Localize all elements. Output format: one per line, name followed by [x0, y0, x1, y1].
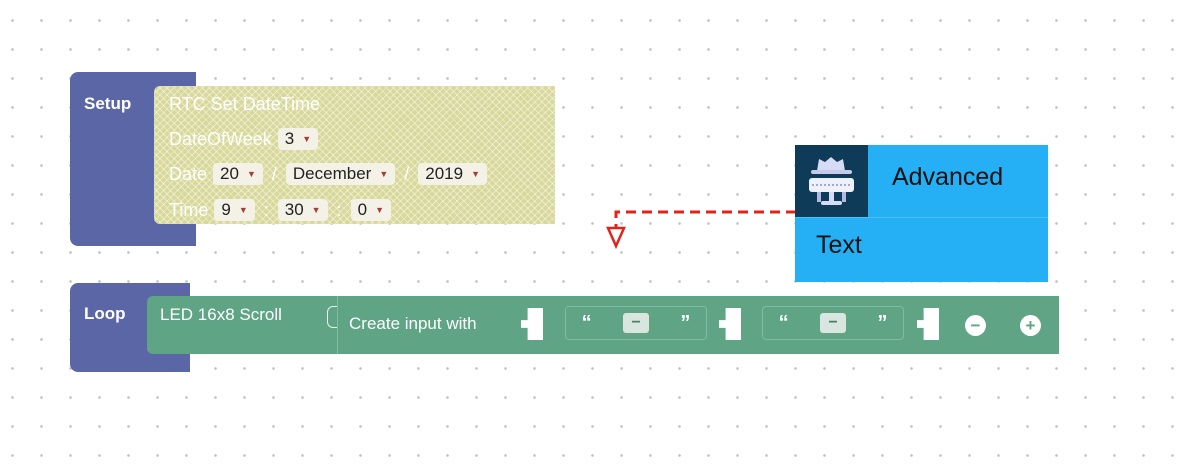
second-value: 0 — [357, 200, 368, 219]
menu-item-advanced-label: Advanced — [892, 163, 1004, 191]
month-dropdown[interactable]: December ▼ — [285, 163, 396, 185]
input-connector-icon — [917, 308, 939, 340]
hour-value: 9 — [221, 200, 231, 219]
rtc-title: RTC Set DateTime — [169, 93, 321, 114]
month-value: December — [292, 164, 372, 183]
input-connector-icon — [521, 308, 543, 340]
dropdown-arrow-icon: ▼ — [375, 205, 384, 215]
dow-dropdown[interactable]: 3 ▼ — [277, 128, 319, 150]
minute-value: 30 — [284, 200, 304, 219]
input-connector-icon — [719, 308, 741, 340]
menu-item-text[interactable]: Text — [795, 218, 1048, 282]
date-label: Date — [169, 163, 208, 184]
minus-symbol: − — [828, 314, 838, 331]
loop-label: Loop — [84, 304, 126, 323]
year-value: 2019 — [425, 164, 464, 183]
led-scroll-block[interactable]: LED 16x8 Scroll Create input with “ − ” … — [147, 296, 1059, 354]
drag-arrow-head-icon — [606, 226, 626, 250]
plus-icon: + — [1025, 316, 1036, 335]
block-divider — [337, 296, 338, 354]
dropdown-arrow-icon: ▼ — [302, 134, 312, 144]
drag-path-indicator — [606, 210, 796, 250]
hour-dropdown[interactable]: 9 ▼ — [214, 199, 255, 221]
dow-label: DateOfWeek — [169, 128, 272, 149]
time-label: Time — [169, 199, 209, 220]
close-quote-icon: ” — [680, 311, 691, 334]
menu-item-text-label: Text — [816, 231, 862, 259]
menu-item-advanced[interactable]: Advanced — [795, 145, 1048, 217]
text-string-block[interactable]: “ − ” — [565, 306, 707, 340]
close-quote-icon: ” — [877, 311, 888, 334]
input-socket-icon — [327, 306, 337, 328]
date-separator: / — [404, 163, 410, 184]
date-separator: / — [271, 163, 277, 184]
day-value: 20 — [220, 164, 239, 183]
minus-icon: − — [970, 316, 981, 335]
setup-label: Setup — [84, 94, 132, 113]
category-menu: Advanced Text — [795, 145, 1048, 282]
create-input-label: Create input with — [349, 314, 477, 333]
text-field[interactable]: − — [819, 313, 846, 333]
year-dropdown[interactable]: 2019 ▼ — [418, 163, 487, 185]
minus-symbol: − — [631, 314, 641, 331]
open-quote-icon: “ — [581, 311, 592, 334]
text-string-block[interactable]: “ − ” — [762, 306, 904, 340]
dropdown-arrow-icon: ▼ — [471, 169, 480, 179]
dow-value: 3 — [284, 129, 295, 148]
incognito-agent-icon — [795, 145, 868, 217]
open-quote-icon: “ — [778, 311, 789, 334]
led-block-label: LED 16x8 Scroll — [160, 305, 282, 324]
day-dropdown[interactable]: 20 ▼ — [213, 163, 263, 185]
remove-input-button[interactable]: − — [965, 315, 986, 336]
dropdown-arrow-icon: ▼ — [379, 169, 389, 179]
time-separator: : — [336, 199, 342, 220]
time-separator: : — [263, 199, 269, 220]
dropdown-arrow-icon: ▼ — [246, 169, 256, 179]
minute-dropdown[interactable]: 30 ▼ — [277, 199, 328, 221]
text-field[interactable]: − — [622, 313, 649, 333]
drag-path-line — [614, 210, 796, 230]
dropdown-arrow-icon: ▼ — [238, 205, 248, 215]
rtc-set-datetime-block[interactable]: RTC Set DateTime DateOfWeek 3 ▼ Date 20 … — [154, 86, 555, 224]
dropdown-arrow-icon: ▼ — [311, 205, 321, 215]
add-input-button[interactable]: + — [1020, 315, 1041, 336]
second-dropdown[interactable]: 0 ▼ — [350, 199, 391, 221]
